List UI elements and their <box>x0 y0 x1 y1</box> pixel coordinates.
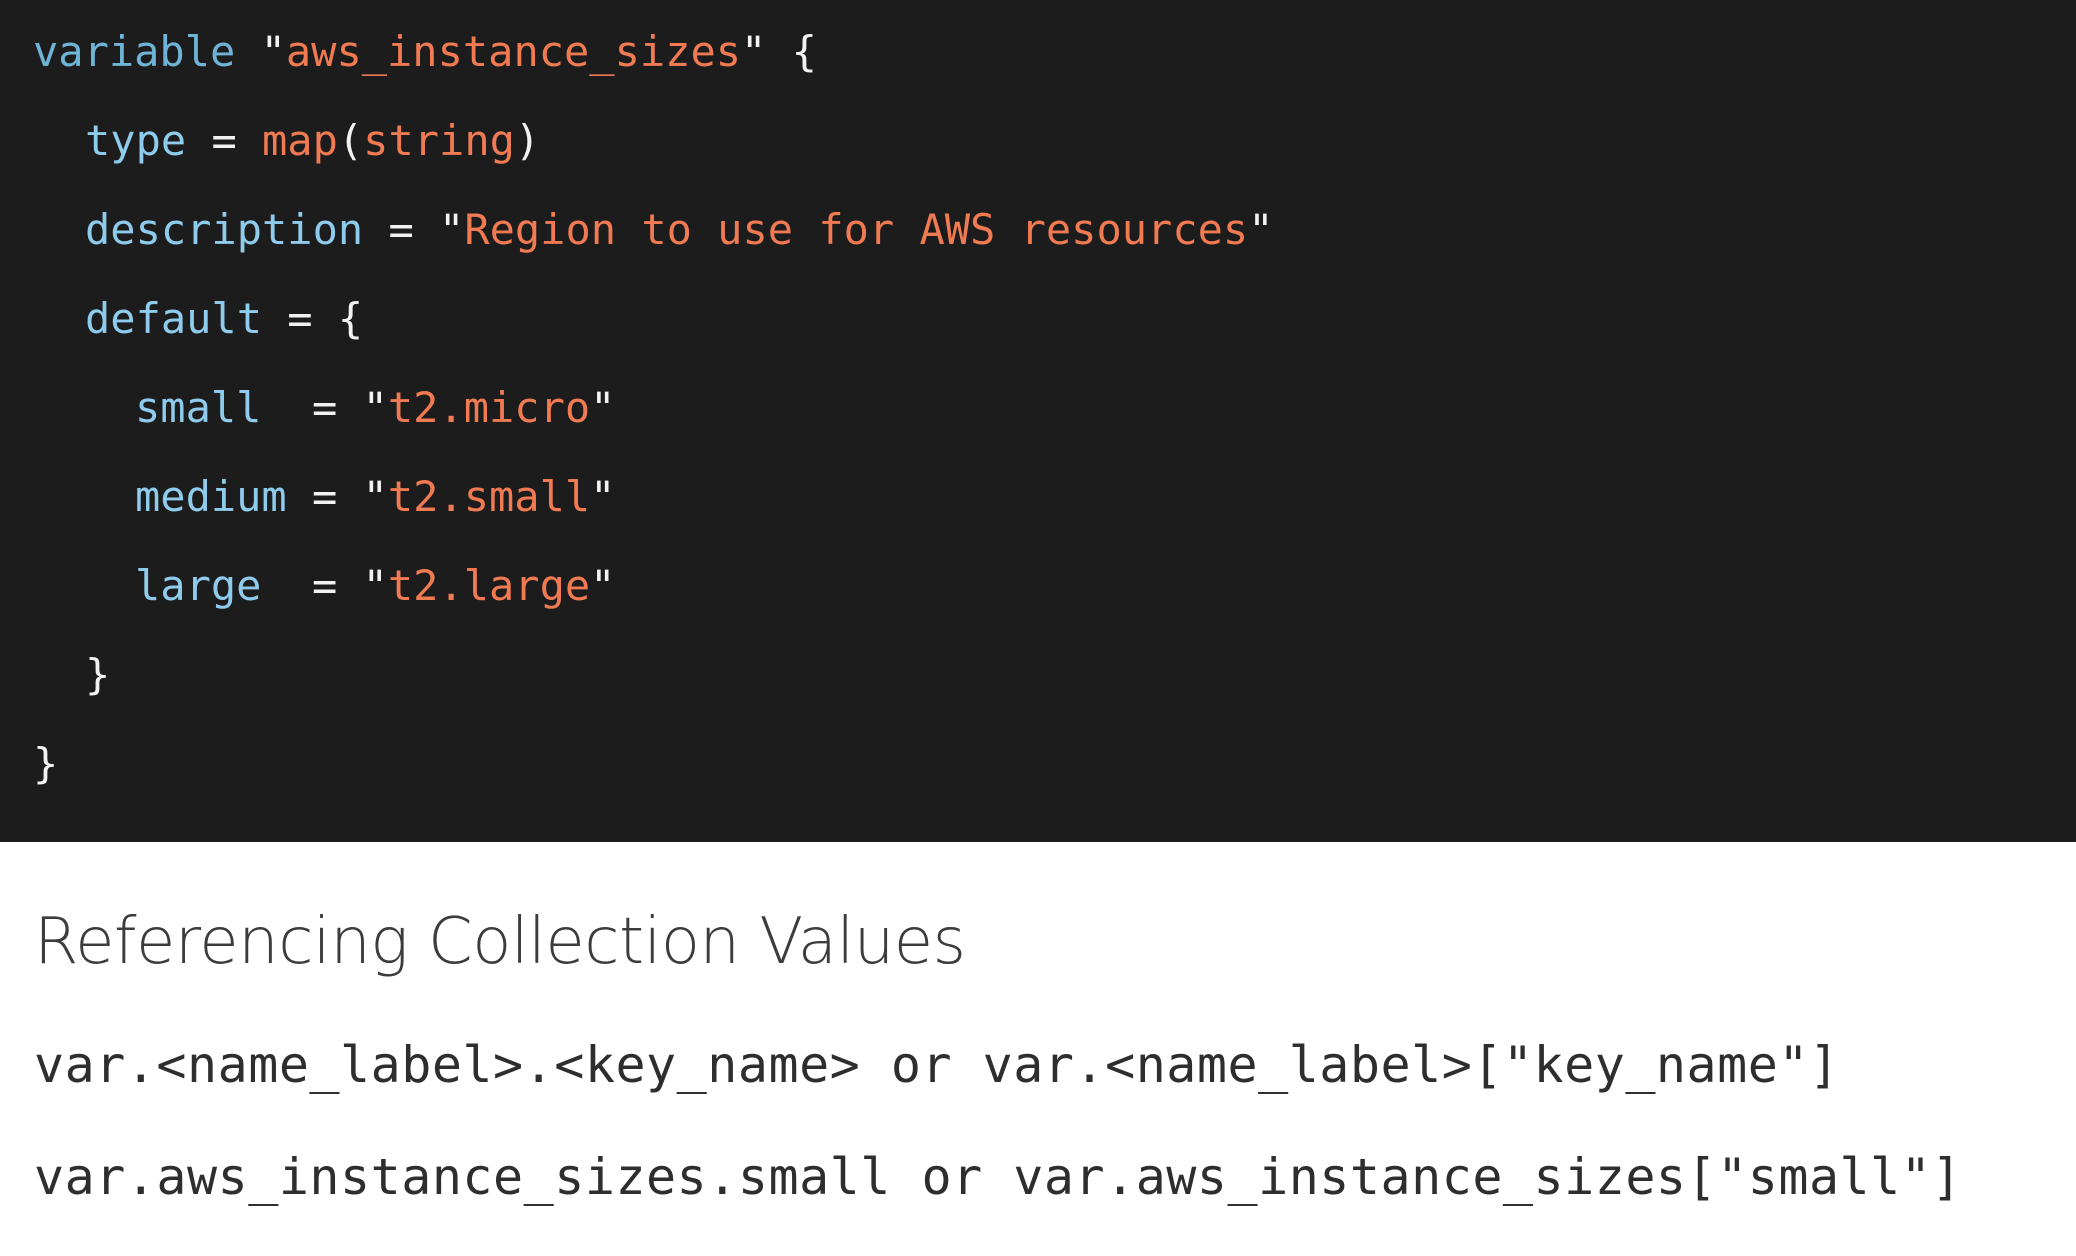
code-block: variable "aws_instance_sizes" { type = m… <box>0 0 2076 842</box>
map-key-small: small <box>135 383 287 432</box>
map-function: map <box>262 116 338 165</box>
equals-quote: = " <box>286 561 388 610</box>
code-line-medium: medium = "t2.small" <box>135 469 615 525</box>
map-key-large: large <box>135 561 287 610</box>
code-line-outer-close-brace: } <box>33 739 59 788</box>
code-line-small: small = "t2.micro" <box>135 380 615 436</box>
variable-keyword: variable <box>33 27 236 76</box>
variable-name: aws_instance_sizes <box>285 27 742 76</box>
code-line-default: default = { <box>85 291 363 347</box>
paren-open: ( <box>337 116 364 165</box>
paren-close: ) <box>514 116 541 165</box>
code-line-description: description = "Region to use for AWS res… <box>85 202 1273 258</box>
quote-close: " <box>590 561 616 610</box>
example-line: var.aws_instance_sizes.small or var.aws_… <box>34 1148 1962 1206</box>
code-line-type: type = map(string) <box>85 113 540 169</box>
type-attribute: type <box>85 116 187 165</box>
quote-close: " <box>1248 205 1274 254</box>
equals-quote: = " <box>286 383 388 432</box>
map-value-small: t2.micro <box>387 383 591 432</box>
slide: variable "aws_instance_sizes" { type = m… <box>0 0 2076 1256</box>
quote-open: " <box>235 27 286 76</box>
type-argument: string <box>363 116 515 165</box>
code-line-variable-declaration: variable "aws_instance_sizes" { <box>33 24 817 80</box>
quote-brace: " { <box>741 27 817 76</box>
syntax-line: var.<name_label>.<key_name> or var.<name… <box>34 1036 1840 1094</box>
quote-close: " <box>590 472 616 521</box>
section-heading: Referencing Collection Values <box>34 905 966 979</box>
map-value-medium: t2.small <box>387 472 591 521</box>
code-line-large: large = "t2.large" <box>135 558 615 614</box>
description-attribute: description <box>85 205 364 254</box>
code-line-inner-close-brace: } <box>85 650 111 699</box>
equals-brace: = { <box>262 294 364 343</box>
default-attribute: default <box>85 294 263 343</box>
description-value: Region to use for AWS resources <box>464 205 1249 254</box>
equals-quote: = " <box>363 205 465 254</box>
equals-sign: = <box>186 116 263 165</box>
quote-close: " <box>590 383 616 432</box>
equals-quote: = " <box>286 472 388 521</box>
map-key-medium: medium <box>135 472 287 521</box>
map-value-large: t2.large <box>387 561 591 610</box>
